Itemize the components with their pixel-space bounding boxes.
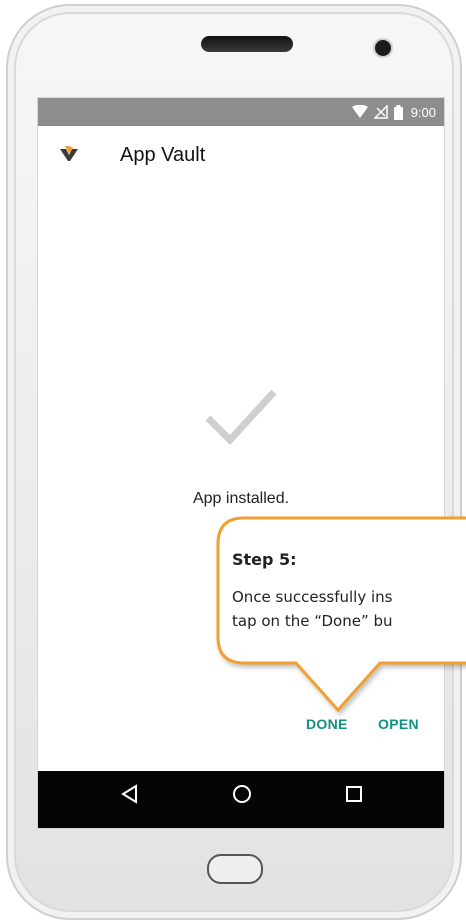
phone-screen: 9:00 App Vault App installed. DONE OPEN (37, 97, 445, 829)
callout-text-area: Step 5: Once successfully ins tap on the… (232, 550, 466, 638)
no-signal-icon (373, 105, 388, 119)
battery-icon (393, 104, 403, 120)
checkmark-icon (205, 389, 277, 446)
hardware-home-button[interactable] (207, 854, 263, 884)
callout-line-2: tap on the “Done” bu (232, 612, 393, 630)
open-button[interactable]: OPEN (378, 716, 419, 732)
earpiece-speaker (201, 36, 293, 52)
dialog-actions: DONE OPEN (38, 716, 444, 740)
navigation-bar (38, 771, 444, 828)
wifi-icon (351, 105, 368, 118)
recents-icon[interactable] (343, 783, 365, 805)
front-camera (375, 40, 391, 56)
status-icons: 9:00 (351, 98, 436, 126)
home-icon[interactable] (231, 783, 253, 805)
callout-line-1: Once successfully ins (232, 588, 393, 606)
callout-step-title: Step 5: (232, 550, 297, 569)
status-bar: 9:00 (38, 98, 444, 126)
app-vault-logo (60, 146, 78, 161)
back-icon[interactable] (119, 783, 141, 805)
app-title: App Vault (120, 144, 206, 166)
status-time: 9:00 (410, 104, 436, 120)
done-button[interactable]: DONE (306, 716, 348, 732)
app-bar: App Vault (38, 126, 444, 184)
install-status-message: App installed. (192, 490, 290, 507)
